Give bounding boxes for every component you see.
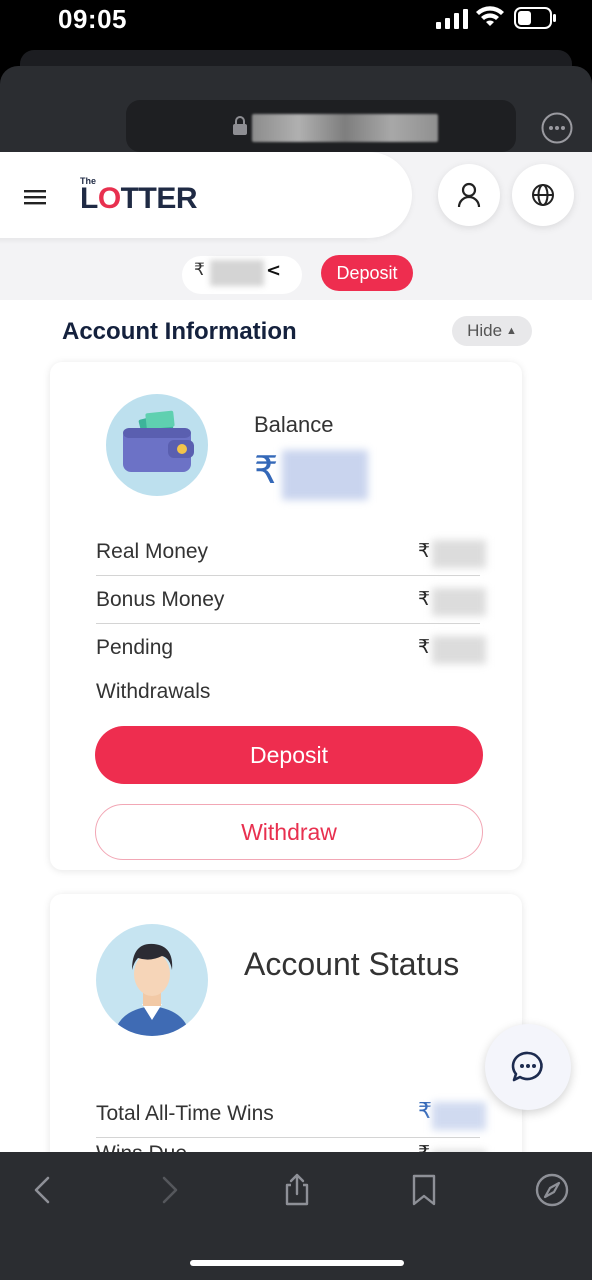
chat-bubble-icon	[511, 1051, 543, 1082]
balance-amount-redacted	[282, 450, 368, 500]
header-balance-redacted	[210, 260, 264, 286]
row-label: Wins Due	[96, 1142, 187, 1152]
row-label: Bonus Money	[96, 588, 225, 611]
row-currency: ₹	[418, 1098, 432, 1123]
wallet-icon	[123, 410, 194, 472]
forward-icon[interactable]	[152, 1172, 188, 1208]
share-icon[interactable]	[279, 1172, 315, 1208]
person-avatar-icon	[114, 943, 190, 1036]
row-value-redacted	[432, 540, 486, 568]
cellular-signal-icon	[436, 9, 468, 29]
address-panel	[0, 66, 592, 154]
web-page: The LOTTER ₹ < Deposit Account Informati…	[0, 152, 592, 1152]
bookmarks-icon[interactable]	[406, 1172, 442, 1208]
currency-symbol: ₹	[194, 260, 205, 280]
header-bar	[0, 152, 412, 238]
logo-wordmark: LOTTER	[80, 182, 198, 215]
row-label: Total All-Time Wins	[96, 1102, 274, 1125]
bonus-money-row: Bonus Money ₹	[96, 576, 486, 624]
row-value-redacted	[432, 636, 486, 664]
balance-label: Balance	[254, 412, 334, 437]
chevron-left-icon[interactable]: <	[266, 260, 281, 281]
phone-screen: 09:05 The LOTTER ₹ < Deposit Account Inf…	[0, 0, 592, 1280]
status-bar: 09:05	[0, 0, 592, 48]
more-options-icon[interactable]	[541, 112, 573, 144]
avatar	[96, 924, 208, 1036]
compass-icon[interactable]	[534, 1172, 570, 1208]
row-currency: ₹	[418, 1142, 430, 1152]
caret-up-icon: ▲	[506, 325, 517, 337]
header-deposit-button[interactable]: Deposit	[321, 255, 413, 291]
thelotter-logo[interactable]: The LOTTER	[80, 176, 204, 216]
row-currency: ₹	[418, 637, 431, 658]
browser-toolbar	[0, 48, 592, 154]
home-indicator[interactable]	[190, 1260, 404, 1266]
clock: 09:05	[58, 4, 127, 34]
deposit-button[interactable]: Deposit	[95, 726, 483, 784]
total-wins-row: Total All-Time Wins ₹	[96, 1090, 486, 1138]
balance-card: Balance ₹ Real Money ₹ Bonus Money ₹ Pen…	[50, 362, 522, 870]
row-label: Real Money	[96, 540, 209, 563]
account-status-card: Account Status Total All-Time Wins ₹ Win…	[50, 894, 522, 1152]
real-money-row: Real Money ₹	[96, 528, 486, 576]
row-label: Pending	[96, 636, 174, 659]
pending-withdrawals-row: Pending Withdrawals ₹	[96, 624, 486, 703]
wallet-illustration	[106, 394, 208, 496]
row-label-line2: Withdrawals	[96, 680, 211, 703]
row-currency: ₹	[418, 589, 431, 610]
balance-currency: ₹	[254, 448, 279, 492]
battery-icon	[514, 7, 556, 29]
user-icon	[457, 182, 481, 208]
hide-label: Hide	[467, 321, 503, 340]
row-value-redacted	[432, 1102, 486, 1130]
lock-icon	[233, 116, 247, 135]
hide-button[interactable]: Hide ▲	[452, 316, 532, 346]
row-currency: ₹	[418, 541, 431, 562]
globe-icon	[532, 184, 554, 206]
account-button[interactable]	[438, 164, 500, 226]
hamburger-menu-icon[interactable]	[24, 188, 48, 206]
row-value-redacted	[432, 588, 486, 616]
wifi-icon	[476, 6, 504, 26]
language-button[interactable]	[512, 164, 574, 226]
wins-due-row: Wins Due ₹	[96, 1138, 486, 1152]
withdraw-button[interactable]: Withdraw	[95, 804, 483, 860]
back-icon[interactable]	[24, 1172, 60, 1208]
live-chat-button[interactable]	[485, 1024, 571, 1110]
account-status-title: Account Status	[244, 946, 460, 982]
page-title: Account Information	[62, 318, 297, 345]
url-text-redacted	[252, 114, 438, 142]
